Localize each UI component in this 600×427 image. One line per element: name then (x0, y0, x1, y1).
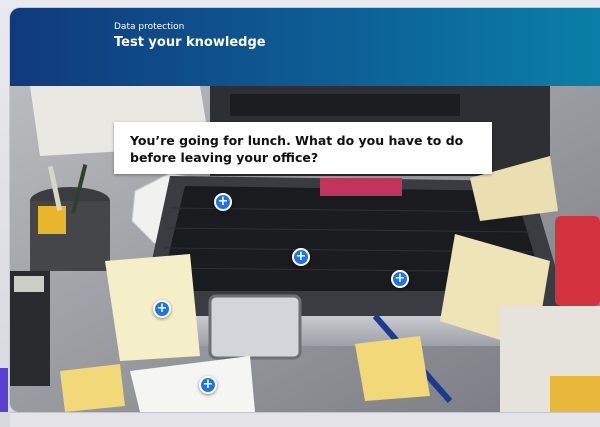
bottom-right-note (550, 376, 600, 412)
section-label: Data protection (114, 22, 185, 32)
left-accent-bar (0, 368, 8, 412)
red-stapler (555, 216, 600, 306)
hotspot-paper-ball[interactable]: + (214, 193, 232, 211)
bottom-sticky (355, 336, 430, 401)
page-title: Test your knowledge (114, 35, 266, 50)
question-text: You’re going for lunch. What do you have… (130, 133, 464, 165)
calculator-display (14, 276, 44, 292)
pen-cup-scissors (38, 206, 66, 234)
hotspot-documents[interactable]: + (199, 376, 217, 394)
hotspot-sticky-note[interactable]: + (153, 300, 171, 318)
bottom-left-sticky (60, 364, 125, 412)
question-card: You’re going for lunch. What do you have… (114, 122, 492, 174)
hotspot-keyboard[interactable]: + (292, 248, 310, 266)
hotspot-laptop-right[interactable]: + (391, 270, 409, 288)
laptop-touchpad (208, 294, 302, 360)
lesson-header: Data protection Test your knowledge (10, 8, 600, 86)
lesson-card: Data protection Test your knowledge You’… (10, 8, 600, 412)
pink-stapler (320, 178, 402, 196)
back-keyboard (230, 94, 460, 116)
desk-photo-scene: You’re going for lunch. What do you have… (10, 86, 600, 412)
bottom-strip (10, 412, 600, 427)
